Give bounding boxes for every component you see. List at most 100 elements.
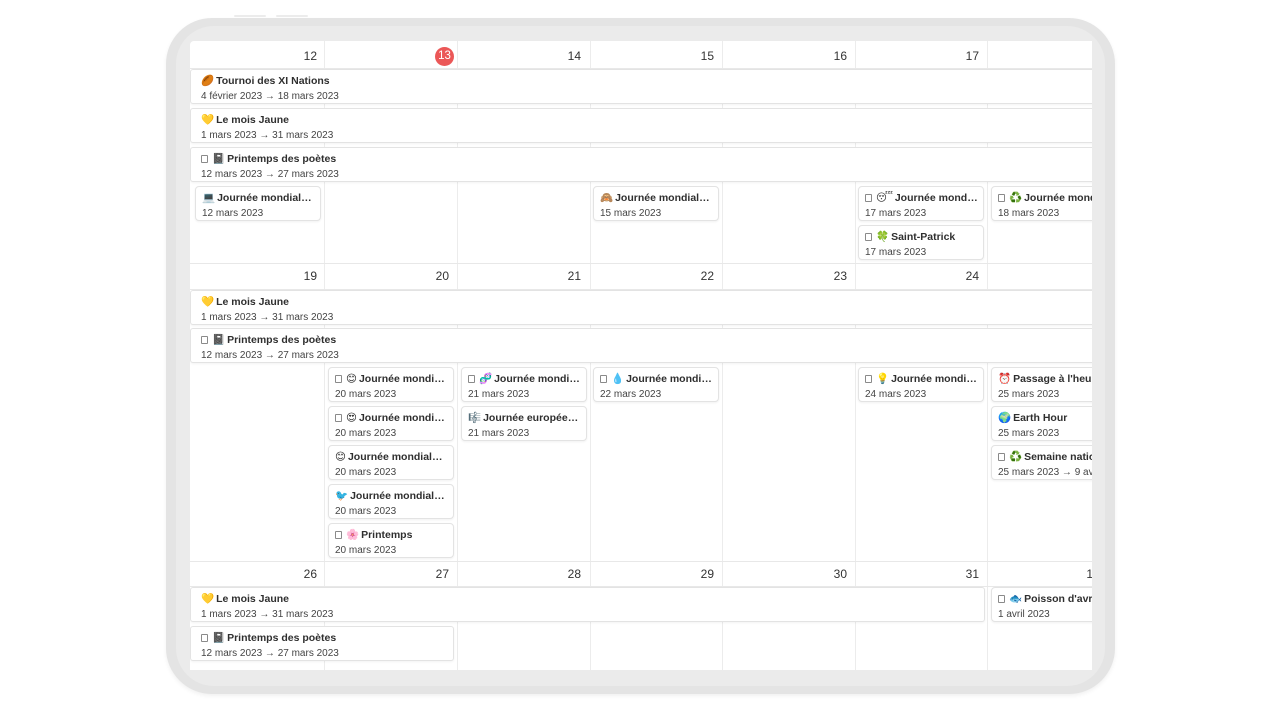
heart-eyes-icon: 😍 [346,412,357,424]
event-title: Le mois Jaune [216,296,290,308]
event-date: 25 mars 2023 → 9 avr [998,467,1092,478]
event-date: 15 mars 2023 [600,208,662,219]
day-number[interactable]: 31 [855,562,979,586]
day-number[interactable]: 29 [590,562,714,586]
event-span-printemps-poetes[interactable]: 📓 Printemps des poètes 12 mars 2023 → 27 … [190,328,1092,363]
smiling-face-icon: 😊 [346,373,357,385]
event-title: Printemps des poètes [227,632,337,644]
event-card[interactable]: ♻️Semaine nationa 25 mars 2023 → 9 avr [991,445,1092,480]
event-title: Journée mondiale d... [615,192,713,204]
document-icon [335,414,342,422]
event-span-printemps-poetes[interactable]: 📓 Printemps des poètes 12 mars 2023 → 27 … [190,147,1092,182]
event-title: Le mois Jaune [216,593,290,605]
document-icon [998,595,1005,603]
notebook-icon: 📓 [212,632,226,644]
day-number[interactable]: 15 [590,44,714,68]
event-span-mois-jaune[interactable]: 💛 Le mois Jaune 1 mars 2023 → 31 mars 202… [190,290,1092,325]
day-number[interactable]: 27 [324,562,449,586]
event-date: 25 mars 2023 [998,389,1060,400]
event-title: Poisson d'avril [1024,593,1092,605]
day-number[interactable]: 23 [722,264,847,288]
document-icon [335,531,342,539]
clover-icon: 🍀 [876,231,890,243]
event-card[interactable]: 💧Journée mondiale ... 22 mars 2023 [593,367,719,402]
event-title: Printemps des poètes [227,153,337,165]
event-card[interactable]: 🐦 Journée mondiale d... 20 mars 2023 [328,484,454,519]
sleeping-face-icon: 😴 [876,192,893,204]
day-number[interactable]: 14 [457,44,581,68]
day-number[interactable]: 30 [722,562,847,586]
today-day-number[interactable]: 13 [435,47,454,66]
light-bulb-icon: 💡 [876,373,890,385]
event-title: Journée mondiale d... [350,490,448,502]
event-card[interactable]: ⏰Passage à l'heure d 25 mars 2023 [991,367,1092,402]
alarm-clock-icon: ⏰ [998,373,1012,385]
day-number[interactable]: 16 [722,44,847,68]
event-date: 20 mars 2023 [335,545,397,556]
yellow-heart-icon: 💛 [201,296,215,308]
smiling-face-icon: 😊 [335,451,346,463]
event-span-tournoi[interactable]: 🏉 Tournoi des XI Nations 4 février 2023 →… [190,69,1092,104]
event-title: Journée européenne... [483,412,581,424]
event-date: 1 mars 2023 → 31 mars 2023 [201,312,334,323]
event-date: 4 février 2023 → 18 mars 2023 [201,91,339,102]
day-number[interactable]: 24 [855,264,979,288]
event-date: 17 mars 2023 [865,247,927,258]
blossom-icon: 🌸 [346,529,360,541]
event-card[interactable]: 💻 Journée mondiale c... 12 mars 2023 [195,186,321,221]
event-card[interactable]: 🌍 Earth Hour 25 mars 2023 [991,406,1092,441]
day-number[interactable]: 19 [190,264,317,288]
event-card[interactable]: 🧬Journée mondiale ... 21 mars 2023 [461,367,587,402]
notebook-icon: 📓 [212,334,226,346]
globe-icon: 🌍 [998,412,1012,424]
recycle-icon: ♻️ [1009,451,1023,463]
day-number[interactable]: 17 [855,44,979,68]
event-date: 20 mars 2023 [335,506,397,517]
event-card[interactable]: 🙈 Journée mondiale d... 15 mars 2023 [593,186,719,221]
event-card[interactable]: 🌸 Printemps 20 mars 2023 [328,523,454,558]
event-span-mois-jaune[interactable]: 💛 Le mois Jaune 1 mars 2023 → 31 mars 202… [190,108,1092,143]
event-title: Printemps [361,529,413,541]
day-number[interactable]: 28 [457,562,581,586]
event-title: Le mois Jaune [216,114,290,126]
day-number[interactable]: 12 [190,44,317,68]
yellow-heart-icon: 💛 [201,593,215,605]
event-card[interactable]: 💡Journée mondiale ... 24 mars 2023 [858,367,984,402]
day-number[interactable]: 1 [987,562,1092,586]
event-date: 1 mars 2023 → 31 mars 2023 [201,609,334,620]
event-card[interactable]: 🐟 Poisson d'avril 1 avril 2023 [991,587,1092,622]
event-card[interactable]: ♻️Journée mondiale 18 mars 2023 [991,186,1092,221]
event-title: Journée mondiale [1024,192,1092,204]
day-number[interactable]: 26 [190,562,317,586]
event-date: 21 mars 2023 [468,389,530,400]
document-icon [201,155,208,163]
event-date: 1 mars 2023 → 31 mars 2023 [201,130,334,141]
bird-icon: 🐦 [335,490,349,502]
event-card[interactable]: 🎼Journée européenne... 21 mars 2023 [461,406,587,441]
event-title: Journée mondiale ... [494,373,581,385]
day-number[interactable]: 22 [590,264,714,288]
document-icon [865,194,872,202]
yellow-heart-icon: 💛 [201,114,215,126]
event-date: 1 avril 2023 [998,609,1050,620]
document-icon [865,375,872,383]
document-icon [201,634,208,642]
day-number[interactable]: 21 [457,264,581,288]
event-card[interactable]: 😊 Journée mondiale d... 20 mars 2023 [328,445,454,480]
event-date: 24 mars 2023 [865,389,927,400]
event-card[interactable]: 🍀 Saint-Patrick 17 mars 2023 [858,225,984,260]
water-drop-icon: 💧 [611,373,625,385]
event-card[interactable]: 😍Journée mondiale ... 20 mars 2023 [328,406,454,441]
event-card[interactable]: 😊 Journée mondiale... 20 mars 2023 [328,367,454,402]
event-title: Journée mondiale d... [347,451,448,463]
event-date: 20 mars 2023 [335,389,397,400]
event-title: Semaine nationa [1024,451,1092,463]
document-icon [998,453,1005,461]
document-icon [201,336,208,344]
event-span-mois-jaune[interactable]: 💛 Le mois Jaune 1 mars 2023 → 31 mars 202… [190,587,985,622]
event-span-printemps-poetes[interactable]: 📓 Printemps des poètes 12 mars 2023 → 27 … [190,626,454,661]
event-date: 21 mars 2023 [468,428,530,439]
event-card[interactable]: 😴Journée mondiale... 17 mars 2023 [858,186,984,221]
day-number[interactable]: 20 [324,264,449,288]
computer-icon: 💻 [202,192,216,204]
